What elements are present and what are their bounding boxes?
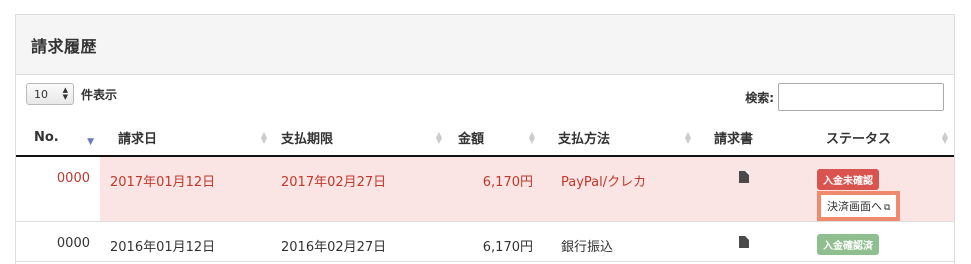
page-length-select[interactable]: 10 ▲ ▼ (26, 83, 74, 105)
panel-heading: 請求履歴 (16, 15, 954, 75)
column-header-due-date[interactable]: 支払期限 ▲ ▼ (273, 120, 448, 157)
search-input[interactable] (778, 83, 944, 111)
search-label: 検索: (745, 90, 774, 105)
column-header-status[interactable]: ステータス ▲ ▼ (807, 120, 954, 157)
cell-invoice (697, 221, 807, 262)
cell-method: 銀行振込 (541, 221, 697, 262)
page-length-control: 10 ▲ ▼ 件表示 (26, 83, 117, 105)
table-row: 0000 2016年01月12日 2016年02月27日 6,170円 銀行振込… (16, 221, 954, 262)
sort-icon: ▲ ▼ (435, 130, 442, 145)
cell-due-date: 2016年02月27日 (273, 221, 448, 262)
billing-history-panel: 請求履歴 10 ▲ ▼ 件表示 検索: No. ▼ 請求日 ▲ ▼ 支払期限 ▲ ▼ 金額 ▲… (15, 14, 955, 264)
billing-table: No. ▼ 請求日 ▲ ▼ 支払期限 ▲ ▼ 金額 ▲ ▼ 支払方法 ▲ ▼ 請求書 ステータス ▲… (16, 120, 954, 262)
cell-status: 入金確認済 (807, 221, 954, 262)
cell-due-date: 2017年02月27日 (273, 156, 448, 222)
search-control: 検索: (745, 83, 944, 111)
column-header-amount[interactable]: 金額 ▲ ▼ (448, 120, 541, 157)
status-badge: 入金確認済 (817, 234, 879, 255)
sort-icon: ▲ ▼ (684, 130, 691, 145)
column-header-billing-date[interactable]: 請求日 ▲ ▼ (100, 120, 273, 157)
column-header-no[interactable]: No. ▼ (16, 120, 100, 157)
table-row: 0000 2017年01月12日 2017年02月27日 6,170円 PayP… (16, 156, 954, 222)
page-length-value: 10 (34, 87, 48, 101)
document-icon[interactable] (739, 171, 749, 183)
external-link-icon: ⧉ (884, 203, 891, 213)
table-header-row: No. ▼ 請求日 ▲ ▼ 支払期限 ▲ ▼ 金額 ▲ ▼ 支払方法 ▲ ▼ 請求書 ステータス ▲… (16, 120, 954, 157)
cell-invoice (697, 156, 807, 222)
sort-icon: ▲ ▼ (528, 130, 535, 145)
sort-icon: ▲ ▼ (260, 130, 267, 145)
sort-desc-icon: ▼ (87, 137, 94, 147)
sort-icon: ▲ ▼ (941, 130, 948, 145)
column-header-method[interactable]: 支払方法 ▲ ▼ (541, 120, 697, 157)
cell-method: PayPal/クレカ (541, 156, 697, 222)
page-title: 請求履歴 (31, 36, 98, 56)
column-header-invoice: 請求書 (697, 120, 807, 157)
cell-no: 0000 (16, 156, 100, 222)
payment-page-button[interactable]: 決済画面へ ⧉ (817, 191, 901, 221)
cell-status: 入金未確認 決済画面へ ⧉ (807, 156, 954, 222)
cell-no: 0000 (16, 221, 100, 262)
cell-billing-date: 2017年01月12日 (100, 156, 273, 222)
select-arrows-icon: ▲ ▼ (62, 86, 68, 101)
cell-billing-date: 2016年01月12日 (100, 221, 273, 262)
document-icon[interactable] (739, 236, 749, 248)
cell-amount: 6,170円 (448, 221, 541, 262)
cell-amount: 6,170円 (448, 156, 541, 222)
page-length-label: 件表示 (81, 87, 118, 102)
status-badge: 入金未確認 (817, 169, 879, 190)
